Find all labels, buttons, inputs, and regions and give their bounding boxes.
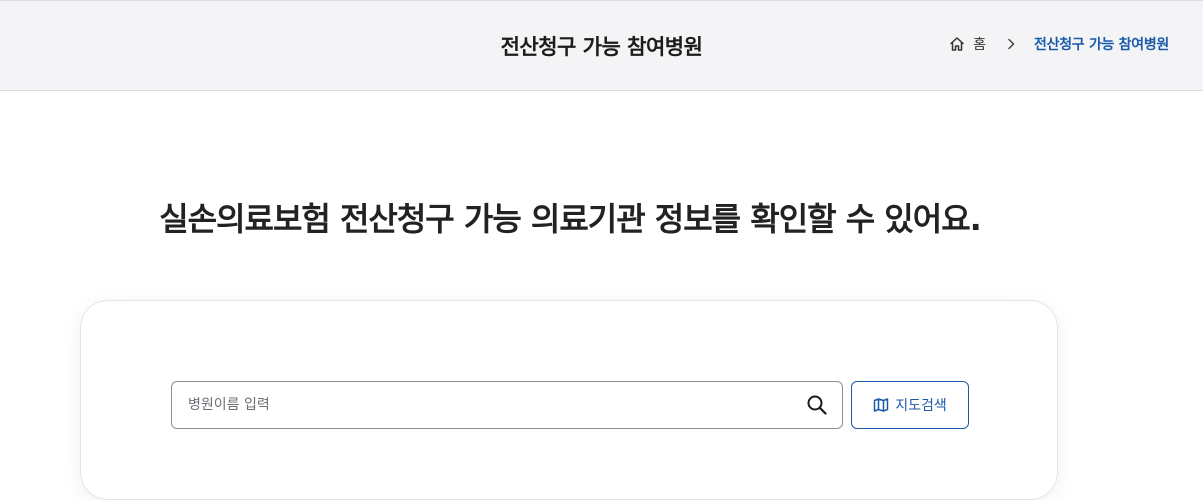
map-icon <box>873 398 889 412</box>
breadcrumb-home-label: 홈 <box>973 37 987 53</box>
breadcrumb-home-link[interactable]: 홈 <box>949 34 986 54</box>
breadcrumb-current[interactable]: 전산청구 가능 참여병원 <box>1034 34 1169 54</box>
top-header: 전산청구 가능 참여병원 홈 전산청구 가능 참여병원 <box>0 0 1203 91</box>
main-headline: 실손의료보험 전산청구 가능 의료기관 정보를 확인할 수 있어요. <box>159 200 982 238</box>
search-card: 지도검색 <box>80 300 1058 500</box>
map-search-button[interactable]: 지도검색 <box>851 381 969 429</box>
chevron-right-icon <box>1006 38 1016 50</box>
search-box <box>171 381 843 429</box>
home-icon <box>950 37 964 51</box>
breadcrumb: 홈 전산청구 가능 참여병원 <box>949 34 1169 54</box>
hospital-name-search-input[interactable] <box>172 382 792 428</box>
search-icon[interactable] <box>806 394 828 416</box>
map-search-label: 지도검색 <box>895 398 947 414</box>
